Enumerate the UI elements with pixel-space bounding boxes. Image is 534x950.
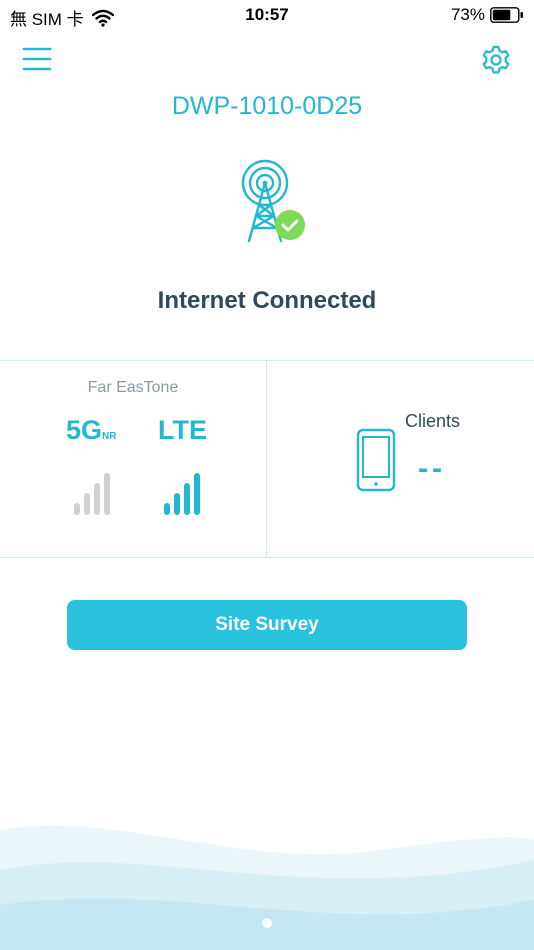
battery-percent: 73% — [450, 5, 485, 24]
signal-bar-5g-3 — [94, 483, 100, 515]
signal-bar-lte-3 — [184, 483, 190, 515]
clients-count: -- — [418, 452, 446, 485]
phone-icon[interactable] — [356, 428, 396, 492]
status-right: 73% — [451, 5, 524, 25]
site-survey-button[interactable]: Site Survey — [67, 600, 467, 650]
info-panel: Far EasTone 5GNR LTE — [0, 360, 534, 558]
carrier-name: Far EasTone — [87, 379, 179, 396]
signal-bar-lte-2 — [174, 493, 180, 515]
battery-icon — [490, 7, 523, 23]
check-icon — [275, 210, 305, 240]
connection-status: Internet Connected — [157, 287, 377, 314]
signal-bar-5g-4 — [104, 473, 110, 515]
signal-lte-icon — [164, 473, 200, 515]
signal-bar-5g-1 — [74, 503, 80, 515]
signal-bar-lte-4 — [194, 473, 200, 515]
signal-bar-5g-2 — [84, 493, 90, 515]
panel-divider — [266, 361, 267, 557]
network-5g-label: 5GNR — [66, 415, 116, 446]
gear-icon[interactable] — [480, 44, 512, 76]
clients-label: Clients — [405, 411, 461, 431]
device-name: DWP-1010-0D25 — [171, 92, 363, 120]
background-waves — [0, 825, 534, 950]
status-bar: 無 SIM 卡 10:57 73% — [0, 0, 534, 32]
signal-bars-lte — [164, 473, 200, 515]
network-lte-label: LTE — [158, 415, 207, 445]
network-5g-text: 5G — [66, 415, 103, 445]
tower-icon — [241, 159, 305, 243]
signal-bars-5g — [74, 473, 110, 515]
menu-icon[interactable] — [22, 44, 52, 74]
signal-bar-lte-1 — [164, 503, 170, 515]
page-indicator — [262, 918, 272, 928]
signal-5g-icon — [74, 473, 110, 515]
network-5g-sub: NR — [102, 431, 117, 442]
